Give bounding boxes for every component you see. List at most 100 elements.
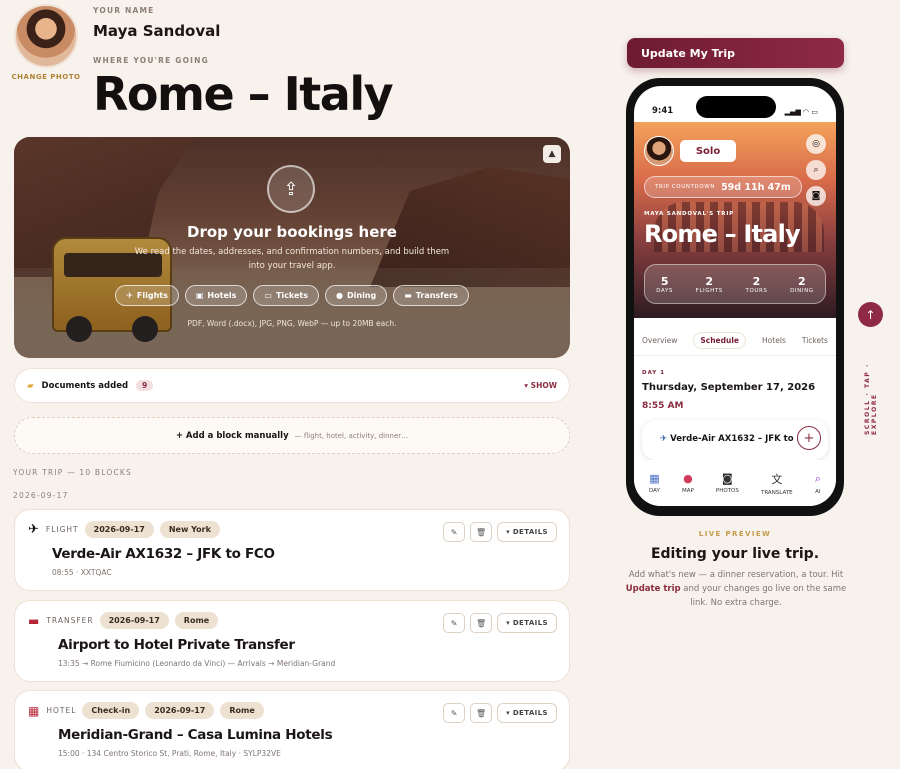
chip-tickets[interactable]: ▭ Tickets [253,285,319,306]
location-pill: Rome [174,612,219,629]
scroll-up-button[interactable]: ↑ [858,302,883,327]
schedule-time: 8:55 AM [642,401,684,411]
booking-type-chips: ✈ Flights ▣ Hotels ▭ Tickets ● Dining ▬ Trans… [14,285,570,306]
details-toggle[interactable]: ▾ DETAILS [497,703,557,723]
dropzone-title: Drop your bookings here [187,223,397,241]
date-pill: 2026-09-17 [99,612,169,629]
tab-tickets[interactable]: Tickets [802,336,828,345]
edit-icon[interactable]: ✎ [443,522,466,542]
date-pill: 2026-09-17 [84,521,154,538]
ticket-icon: ▭ [264,291,272,300]
dining-icon: ● [336,291,343,300]
plane-icon: ✈ [660,434,671,444]
card-title: Airport to Hotel Private Transfer [58,637,295,653]
flight-card[interactable]: ✈ FLIGHT 2026-09-17 New York ✎ 🗑 ▾ DETAI… [14,509,570,591]
show-documents-toggle[interactable]: ▾ SHOW [524,381,557,390]
nav-map[interactable]: ● MAP [682,472,694,494]
details-toggle[interactable]: ▾ DETAILS [497,522,557,542]
tab-overview[interactable]: Overview [642,336,677,345]
file-types-note: PDF, Word (.docx), JPG, PNG, WebP — up t… [187,319,397,328]
dynamic-island [696,96,776,118]
add-item-button[interactable]: + [797,426,821,450]
stat-flights: 2 FLIGHTS [695,274,723,294]
phone-avatar[interactable] [644,136,674,166]
edit-icon[interactable]: ✎ [443,613,466,633]
location-pill: New York [159,521,220,538]
day-label: DAY 1 [642,370,666,376]
delete-icon[interactable]: 🗑 [470,522,493,542]
nav-day[interactable]: ▦ DAY [649,472,660,494]
phone-tabs: Overview Schedule Hotels Tickets [634,329,836,351]
chip-flights[interactable]: ✈ Flights [115,285,179,306]
delete-icon[interactable]: 🗑 [470,703,493,723]
chip-transfers[interactable]: ▬ Transfers [393,285,469,306]
tab-hotels[interactable]: Hotels [762,336,786,345]
change-photo-link[interactable]: CHANGE PHOTO [10,73,82,81]
destination-title[interactable]: Rome – Italy [93,67,394,121]
phone-hero: Solo ◎ ⌕ ◙ TRIP COUNTDOWN 59d 11h 47m MA… [634,122,836,318]
upload-icon[interactable]: ⇪ [267,165,315,213]
plane-icon: ✈ [28,522,40,537]
add-block-hint: — flight, hotel, activity, dinner… [294,431,409,440]
phone-destination: Rome – Italy [644,220,801,248]
live-preview-label: LIVE PREVIEW [698,530,772,538]
hotel-card[interactable]: ▦ HOTEL Check-in 2026-09-17 Rome ✎ 🗑 ▾ D… [14,690,570,769]
live-preview-description: Add what's new — a dinner reservation, a… [625,570,847,608]
edit-icon[interactable]: ✎ [443,703,466,723]
card-title: Meridian-Grand – Casa Lumina Hotels [58,727,333,743]
stat-tours: 2 TOURS [745,274,768,294]
translate-icon: 文 [771,472,783,486]
delete-icon[interactable]: 🗑 [470,613,493,633]
avatar[interactable] [14,4,78,68]
bookings-dropzone[interactable]: ⇪ ▲ Drop your bookings here We read the … [14,137,570,358]
date-group-label: 2026-09-17 [13,491,69,500]
folder-icon: ▰ [27,380,34,391]
card-title: Verde-Air AX1632 – JFK to FCO [52,546,275,562]
phone-preview: 9:41 ▂▄▆ ◠ ▭ Solo ◎ ⌕ ◙ TRIP COUNTDOWN 5… [626,78,844,516]
update-trip-link[interactable]: Update trip [626,584,681,594]
hotel-icon: ▣ [195,291,204,300]
documents-count-badge: 9 [136,380,154,391]
transfer-card[interactable]: ▬ TRANSFER 2026-09-17 Rome ✎ 🗑 ▾ DETAILS… [14,600,570,682]
date-pill: 2026-09-17 [145,702,215,719]
traveler-name[interactable]: Maya Sandoval [93,22,220,40]
status-time: 9:41 [652,106,674,116]
pin-icon: ● [683,472,693,485]
van-icon: ▬ [28,613,41,628]
nav-ai[interactable]: ⌕ AI [815,472,821,495]
ai-search-icon: ⌕ [814,471,821,485]
scroll-hint: SCROLL · TAP · EXPLORE [864,363,878,435]
collapse-button[interactable]: ▲ [543,145,561,163]
calendar-icon: ▦ [649,472,660,485]
card-subtitle: 13:35 → Rome Fiumicino (Leonardo da Vinc… [58,659,336,668]
name-label: YOUR NAME [93,6,155,15]
documents-bar[interactable]: ▰ Documents added 9 ▾ SHOW [14,368,570,403]
search-icon[interactable]: ⌕ [806,160,826,180]
chip-dining[interactable]: ● Dining [325,285,388,306]
chip-hotels[interactable]: ▣ Hotels [184,285,248,306]
stat-dining: 2 DINING [790,274,814,294]
status-pill: Check-in [82,702,140,719]
divider [634,355,836,356]
nav-translate[interactable]: 文 TRANSLATE [761,471,793,496]
card-type: HOTEL [46,706,77,715]
add-block-label: + Add a block manually [175,430,289,441]
card-subtitle: 08:55 · XXTQAC [52,568,112,577]
app-logo: Solo [680,140,736,162]
card-subtitle: 15:00 · 134 Centro Storico St, Prati, Ro… [58,749,281,758]
details-toggle[interactable]: ▾ DETAILS [497,613,557,633]
camera-icon[interactable]: ◙ [806,186,826,206]
update-trip-button[interactable]: Update My Trip [627,38,844,68]
location-pill: Rome [220,702,264,719]
compass-icon[interactable]: ◎ [806,134,826,154]
add-block-button[interactable]: + Add a block manually — flight, hotel, … [14,417,570,454]
schedule-date: Thursday, September 17, 2026 [642,382,816,393]
hotel-icon: ▦ [28,703,41,718]
phone-screen[interactable]: 9:41 ▂▄▆ ◠ ▭ Solo ◎ ⌕ ◙ TRIP COUNTDOWN 5… [634,86,836,506]
trip-section-title: YOUR TRIP — 10 BLOCKS [13,468,132,477]
tab-schedule[interactable]: Schedule [693,331,746,349]
nav-photos[interactable]: ◙ PHOTOS [716,472,739,494]
plane-icon: ✈ [126,291,133,300]
car-icon: ▬ [404,291,412,300]
dropzone-description: We read the dates, addresses, and confir… [134,247,450,271]
